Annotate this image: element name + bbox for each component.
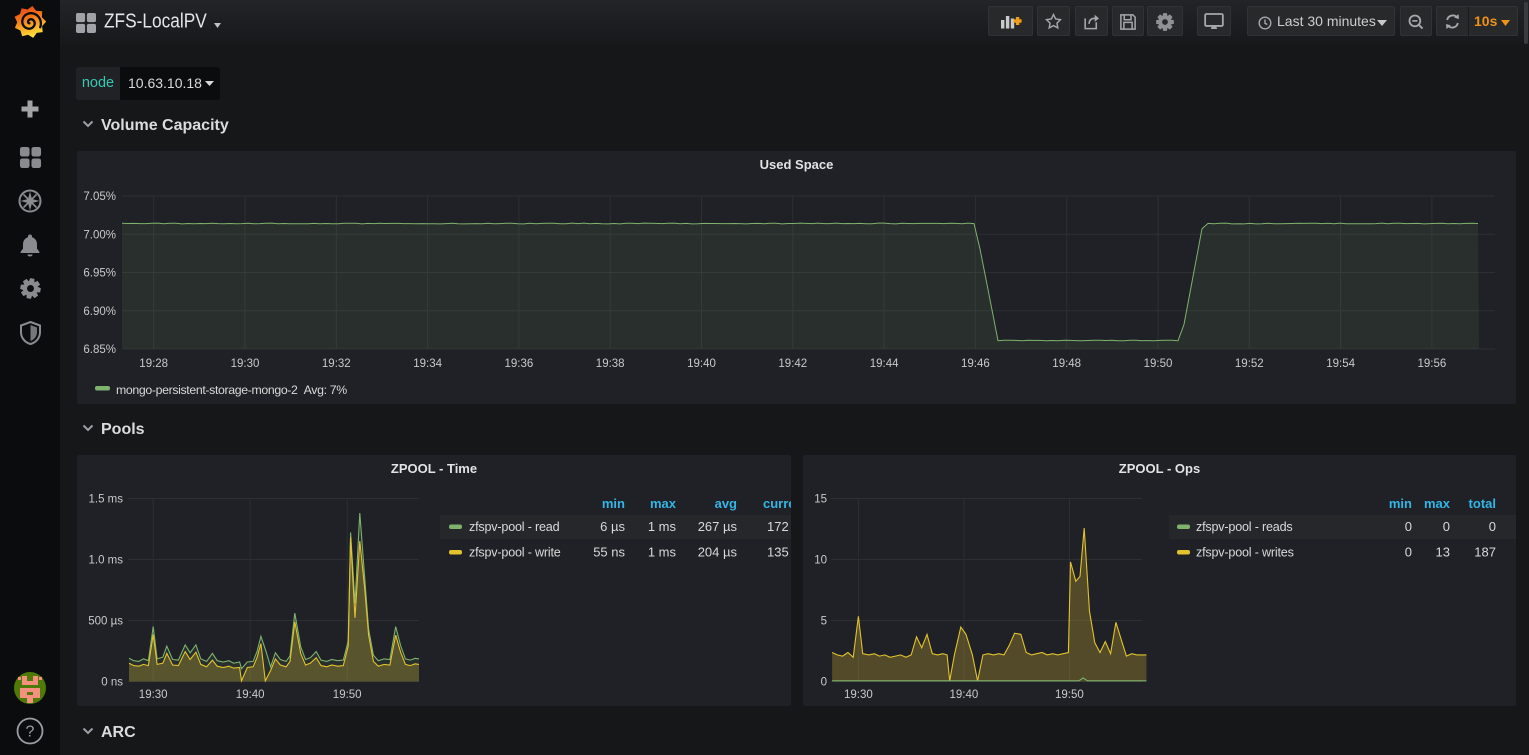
svg-text:19:36: 19:36 (505, 358, 534, 370)
svg-text:max: max (650, 496, 677, 511)
svg-text:min: min (1389, 496, 1412, 511)
svg-text:19:50: 19:50 (1144, 358, 1173, 370)
svg-text:500 µs: 500 µs (88, 616, 123, 628)
svg-text:?: ? (26, 724, 35, 741)
svg-text:avg: avg (715, 496, 737, 511)
svg-text:6.90%: 6.90% (83, 306, 116, 318)
svg-text:55 ns: 55 ns (593, 545, 625, 560)
svg-text:19:32: 19:32 (322, 358, 351, 370)
svg-text:0 ns: 0 ns (101, 677, 123, 689)
svg-text:13: 13 (1436, 545, 1450, 560)
svg-text:1 ms: 1 ms (648, 519, 677, 534)
svg-text:19:40: 19:40 (236, 689, 265, 701)
svg-text:max: max (1424, 496, 1451, 511)
svg-text:19:52: 19:52 (1235, 358, 1264, 370)
svg-text:267 µs: 267 µs (698, 519, 738, 534)
svg-text:7.00%: 7.00% (83, 229, 116, 241)
svg-text:19:56: 19:56 (1418, 358, 1447, 370)
svg-text:0: 0 (821, 677, 827, 689)
svg-text:min: min (602, 496, 625, 511)
svg-text:7.05%: 7.05% (83, 191, 116, 203)
svg-text:15: 15 (814, 494, 827, 506)
svg-text:zfspv-pool - write: zfspv-pool - write (469, 546, 561, 560)
svg-text:172 µs: 172 µs (767, 519, 792, 534)
svg-text:1 ms: 1 ms (648, 545, 677, 560)
svg-text:19:54: 19:54 (1326, 358, 1355, 370)
svg-text:total: total (1469, 496, 1496, 511)
svg-text:5: 5 (821, 616, 827, 628)
svg-text:mongo-persistent-storage-mongo: mongo-persistent-storage-mongo-2 Avg: 7% (116, 383, 347, 397)
svg-text:19:30: 19:30 (139, 689, 168, 701)
svg-text:187: 187 (1474, 545, 1496, 560)
svg-text:204 µs: 204 µs (698, 545, 738, 560)
svg-text:135 µs: 135 µs (767, 545, 792, 560)
svg-text:19:48: 19:48 (1052, 358, 1081, 370)
svg-text:zfspv-pool - writes: zfspv-pool - writes (1196, 546, 1294, 560)
svg-text:19:30: 19:30 (231, 358, 260, 370)
svg-text:19:38: 19:38 (596, 358, 625, 370)
svg-text:19:44: 19:44 (870, 358, 899, 370)
svg-text:19:40: 19:40 (950, 689, 979, 701)
svg-text:zfspv-pool - reads: zfspv-pool - reads (1196, 520, 1293, 534)
svg-text:6.95%: 6.95% (83, 268, 116, 280)
svg-text:19:50: 19:50 (1055, 689, 1084, 701)
svg-text:0: 0 (1405, 545, 1412, 560)
svg-text:19:42: 19:42 (778, 358, 807, 370)
svg-text:19:50: 19:50 (333, 689, 362, 701)
svg-text:0: 0 (1443, 519, 1450, 534)
svg-text:10: 10 (814, 555, 827, 567)
svg-text:19:30: 19:30 (844, 689, 873, 701)
svg-text:1.5 ms: 1.5 ms (88, 494, 123, 506)
svg-text:19:28: 19:28 (139, 358, 168, 370)
svg-text:19:46: 19:46 (961, 358, 990, 370)
svg-text:0: 0 (1489, 519, 1496, 534)
svg-text:1.0 ms: 1.0 ms (88, 555, 123, 567)
svg-text:19:34: 19:34 (413, 358, 442, 370)
svg-text:6 µs: 6 µs (600, 519, 625, 534)
svg-text:current: current (763, 496, 792, 511)
svg-text:6.85%: 6.85% (83, 344, 116, 356)
svg-text:0: 0 (1405, 519, 1412, 534)
svg-text:zfspv-pool - read: zfspv-pool - read (469, 520, 560, 534)
svg-text:19:40: 19:40 (687, 358, 716, 370)
